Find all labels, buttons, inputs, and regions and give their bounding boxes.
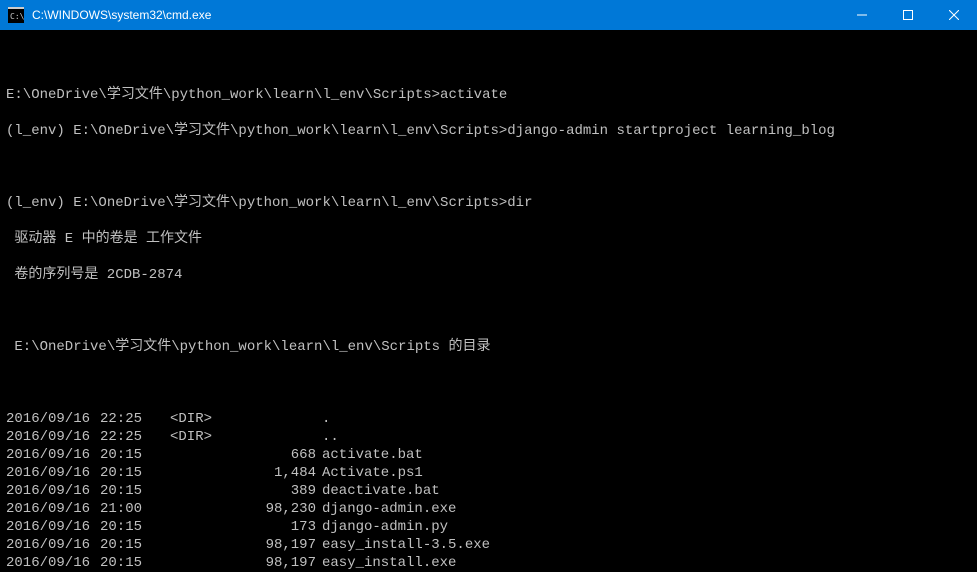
dir-row: 2016/09/1620:15 98,197easy_install-3.5.ex… xyxy=(6,536,977,554)
dir-row: 2016/09/1620:15 98,197easy_install.exe xyxy=(6,554,977,572)
dir-listing: 2016/09/1622:25<DIR>.2016/09/1622:25<DIR… xyxy=(6,410,977,572)
dir-filename: django-admin.exe xyxy=(322,500,456,518)
dir-time: 20:15 xyxy=(86,518,142,536)
terminal-line: 驱动器 E 中的卷是 工作文件 xyxy=(6,230,977,248)
dir-date: 2016/09/16 xyxy=(6,410,86,428)
close-button[interactable] xyxy=(931,0,977,30)
dir-date: 2016/09/16 xyxy=(6,536,86,554)
terminal-line xyxy=(6,374,977,392)
dir-size: 668 xyxy=(224,446,322,464)
dir-filename: easy_install.exe xyxy=(322,554,456,572)
dir-filename: easy_install-3.5.exe xyxy=(322,536,490,554)
dir-filename: .. xyxy=(322,428,339,446)
dir-date: 2016/09/16 xyxy=(6,518,86,536)
window-title: C:\WINDOWS\system32\cmd.exe xyxy=(32,8,839,22)
dir-time: 20:15 xyxy=(86,554,142,572)
dir-marker: <DIR> xyxy=(170,428,224,446)
terminal-line: (l_env) E:\OneDrive\学习文件\python_work\lea… xyxy=(6,194,977,212)
dir-row: 2016/09/1622:25 <DIR>. xyxy=(6,410,977,428)
dir-date: 2016/09/16 xyxy=(6,554,86,572)
dir-row: 2016/09/1620:15 668activate.bat xyxy=(6,446,977,464)
terminal-line: E:\OneDrive\学习文件\python_work\learn\l_env… xyxy=(6,338,977,356)
dir-size: 389 xyxy=(224,482,322,500)
terminal-line xyxy=(6,50,977,68)
cmd-icon: C:\ xyxy=(8,7,24,23)
window-controls xyxy=(839,0,977,30)
dir-size: 98,230 xyxy=(224,500,322,518)
dir-row: 2016/09/1621:00 98,230django-admin.exe xyxy=(6,500,977,518)
terminal-line xyxy=(6,158,977,176)
terminal-body[interactable]: E:\OneDrive\学习文件\python_work\learn\l_env… xyxy=(0,30,977,572)
dir-row: 2016/09/1620:15 1,484Activate.ps1 xyxy=(6,464,977,482)
dir-date: 2016/09/16 xyxy=(6,500,86,518)
dir-time: 20:15 xyxy=(86,446,142,464)
dir-filename: deactivate.bat xyxy=(322,482,440,500)
dir-size: 1,484 xyxy=(224,464,322,482)
dir-date: 2016/09/16 xyxy=(6,482,86,500)
terminal-line: 卷的序列号是 2CDB-2874 xyxy=(6,266,977,284)
dir-filename: django-admin.py xyxy=(322,518,448,536)
dir-time: 22:25 xyxy=(86,428,142,446)
dir-filename: activate.bat xyxy=(322,446,423,464)
dir-time: 20:15 xyxy=(86,536,142,554)
dir-row: 2016/09/1620:15 173django-admin.py xyxy=(6,518,977,536)
dir-filename: Activate.ps1 xyxy=(322,464,423,482)
terminal-line: (l_env) E:\OneDrive\学习文件\python_work\lea… xyxy=(6,122,977,140)
dir-date: 2016/09/16 xyxy=(6,464,86,482)
dir-date: 2016/09/16 xyxy=(6,446,86,464)
dir-time: 21:00 xyxy=(86,500,142,518)
maximize-button[interactable] xyxy=(885,0,931,30)
dir-row: 2016/09/1622:25 <DIR>.. xyxy=(6,428,977,446)
dir-size: 173 xyxy=(224,518,322,536)
dir-time: 20:15 xyxy=(86,464,142,482)
dir-row: 2016/09/1620:15 389deactivate.bat xyxy=(6,482,977,500)
terminal-line: E:\OneDrive\学习文件\python_work\learn\l_env… xyxy=(6,86,977,104)
svg-text:C:\: C:\ xyxy=(10,12,24,21)
dir-time: 22:25 xyxy=(86,410,142,428)
dir-marker: <DIR> xyxy=(170,410,224,428)
dir-size: 98,197 xyxy=(224,536,322,554)
terminal-line xyxy=(6,302,977,320)
dir-date: 2016/09/16 xyxy=(6,428,86,446)
dir-time: 20:15 xyxy=(86,482,142,500)
dir-filename: . xyxy=(322,410,330,428)
titlebar: C:\ C:\WINDOWS\system32\cmd.exe xyxy=(0,0,977,30)
dir-size: 98,197 xyxy=(224,554,322,572)
minimize-button[interactable] xyxy=(839,0,885,30)
